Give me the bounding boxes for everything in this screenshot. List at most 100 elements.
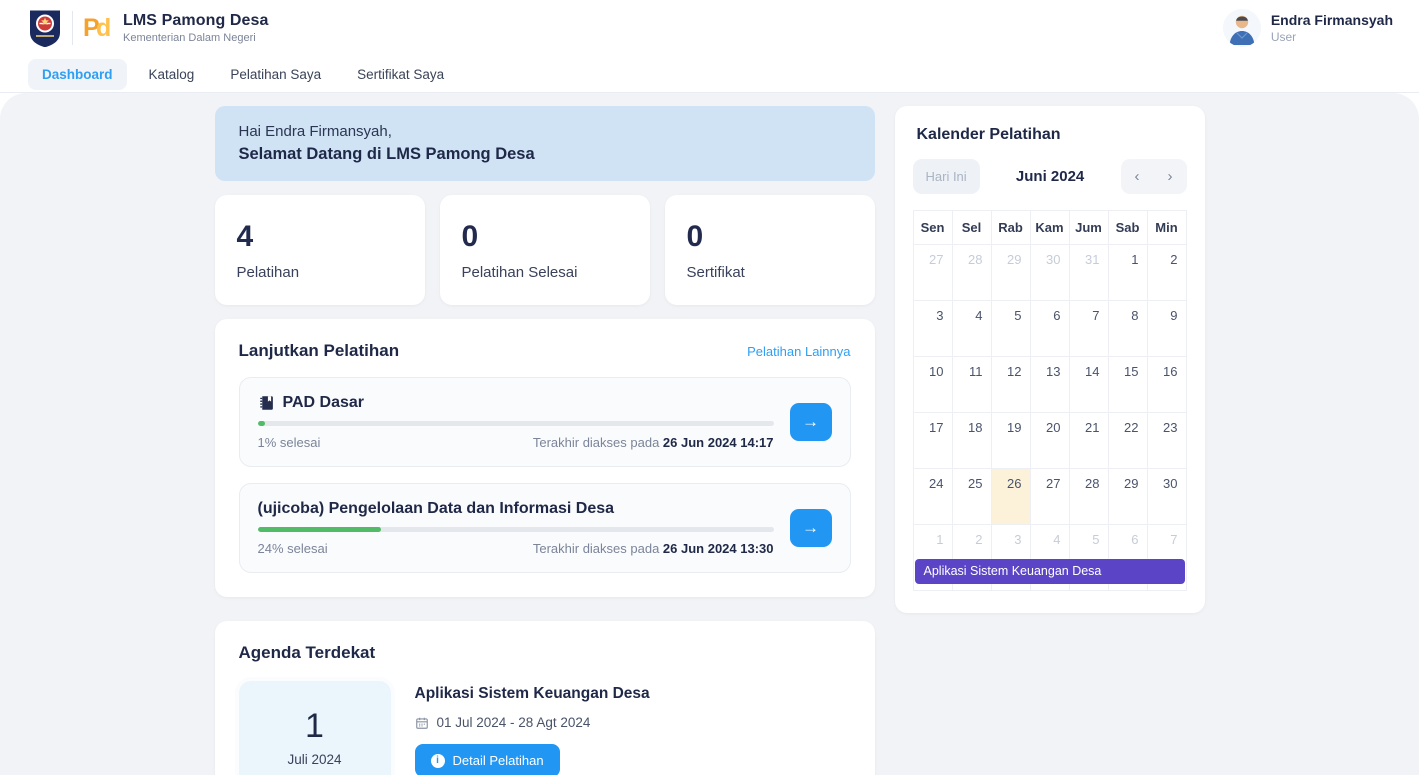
last-access: Terakhir diakses pada 26 Jun 2024 14:17	[532, 435, 774, 450]
calendar-toolbar: Hari Ini Juni 2024 ‹ ›	[912, 159, 1187, 194]
calendar-day[interactable]: 21	[1069, 413, 1109, 469]
detail-training-button[interactable]: i Detail Pelatihan	[414, 744, 560, 775]
calendar-day[interactable]: 13	[1030, 357, 1070, 413]
calendar-day[interactable]: 24	[913, 469, 953, 525]
calendar-day[interactable]: 7	[1069, 301, 1109, 357]
calendar-day[interactable]: 17	[913, 413, 953, 469]
calendar-day[interactable]: 4	[952, 301, 992, 357]
calendar-next-button[interactable]: ›	[1154, 159, 1187, 194]
calendar-day-header: Sen	[913, 211, 953, 245]
stat-label: Pelatihan Selesai	[461, 263, 578, 281]
training-main: (ujicoba) Pengelolaan Data dan Informasi…	[257, 500, 774, 556]
continue-training-button[interactable]: →	[789, 403, 832, 441]
continue-training-section: Lanjutkan Pelatihan Pelatihan Lainnya PA…	[214, 319, 875, 597]
calendar-day[interactable]: 18	[952, 413, 992, 469]
training-title: (ujicoba) Pengelolaan Data dan Informasi…	[257, 500, 615, 517]
progress-fill	[257, 421, 265, 426]
calendar-day[interactable]: 3	[913, 301, 953, 357]
calendar-today-button[interactable]: Hari Ini	[912, 159, 980, 194]
more-trainings-link[interactable]: Pelatihan Lainnya	[747, 344, 850, 359]
training-meta: 1% selesai Terakhir diakses pada 26 Jun 2…	[258, 435, 774, 450]
training-title: PAD Dasar	[282, 394, 365, 411]
tab-sertifikat-saya[interactable]: Sertifikat Saya	[343, 59, 458, 90]
main-nav: Dashboard Katalog Pelatihan Saya Sertifikat…	[0, 56, 1419, 93]
calendar-day[interactable]: 22	[1108, 413, 1148, 469]
calendar-day-header: Jum	[1069, 211, 1109, 245]
calendar-day[interactable]: 15	[1108, 357, 1148, 413]
stat-value: 0	[461, 219, 479, 253]
agenda-event-range: 01 Jul 2024 - 28 Agt 2024	[415, 715, 650, 730]
calendar-day[interactable]: 6	[1030, 301, 1070, 357]
agenda-event-title: Aplikasi Sistem Keuangan Desa	[414, 685, 650, 702]
tab-dashboard[interactable]: Dashboard	[28, 58, 127, 90]
training-main: PAD Dasar 1% selesai Terakhir diakses pada…	[257, 394, 774, 450]
calendar-day[interactable]: 1	[1108, 245, 1148, 301]
continue-training-button[interactable]: →	[789, 509, 832, 547]
info-icon: i	[430, 753, 445, 768]
calendar-day[interactable]: 12	[991, 357, 1031, 413]
calendar-day[interactable]: 25	[952, 469, 992, 525]
tab-pelatihan-saya[interactable]: Pelatihan Saya	[216, 59, 335, 90]
calendar-day[interactable]: 29	[991, 245, 1031, 301]
stat-label: Pelatihan	[236, 263, 300, 281]
brand-text: LMS Pamong Desa Kementerian Dalam Negeri	[123, 12, 269, 44]
calendar-day-header: Sab	[1108, 211, 1148, 245]
agenda-section: Agenda Terdekat 1 Juli 2024 Aplikasi Sis…	[214, 621, 875, 775]
calendar-day[interactable]: 28	[1069, 469, 1109, 525]
calendar-day[interactable]: 31	[1069, 245, 1109, 301]
calendar-month-label: Juni 2024	[1015, 168, 1085, 185]
calendar-column: Kalender Pelatihan Hari Ini Juni 2024 ‹ …	[894, 106, 1205, 613]
calendar-event-bar[interactable]: Aplikasi Sistem Keuangan Desa	[914, 559, 1185, 584]
page-content: Hai Endra Firmansyah, Selamat Datang di …	[0, 93, 1419, 775]
user-menu[interactable]: Endra Firmansyah User	[1222, 9, 1393, 47]
calendar-day[interactable]: 20	[1030, 413, 1070, 469]
user-role: User	[1270, 30, 1297, 44]
calendar-day[interactable]: 14	[1069, 357, 1109, 413]
progress-fill	[257, 527, 382, 532]
stat-value: 0	[686, 219, 704, 253]
calendar-day[interactable]: 29	[1108, 469, 1148, 525]
calendar-day[interactable]: 5	[991, 301, 1031, 357]
stat-value: 4	[236, 219, 254, 253]
training-title-row: PAD Dasar	[258, 394, 774, 412]
calendar-day[interactable]: 19	[991, 413, 1031, 469]
calendar-day[interactable]: 27	[913, 245, 953, 301]
user-info: Endra Firmansyah User	[1271, 12, 1393, 44]
avatar	[1222, 9, 1261, 47]
calendar-day[interactable]: 23	[1147, 413, 1187, 469]
calendar-day[interactable]: 2	[1147, 245, 1187, 301]
calendar-day[interactable]: 16	[1147, 357, 1187, 413]
calendar-day-header: Rab	[991, 211, 1031, 245]
calendar-day[interactable]: 28	[952, 245, 992, 301]
progress-label: 1% selesai	[257, 435, 321, 450]
stat-card: 0 Pelatihan Selesai	[439, 195, 650, 305]
training-item: (ujicoba) Pengelolaan Data dan Informasi…	[238, 483, 851, 573]
calendar-prev-button[interactable]: ‹	[1121, 159, 1154, 194]
training-meta: 24% selesai Terakhir diakses pada 26 Jun …	[258, 541, 774, 556]
agenda-date-month: Juli 2024	[287, 752, 342, 767]
progress-bar	[257, 421, 774, 426]
agenda-title: Agenda Terdekat	[238, 643, 376, 662]
calendar-day[interactable]: 27	[1030, 469, 1070, 525]
training-list: PAD Dasar 1% selesai Terakhir diakses pada…	[238, 377, 851, 573]
calendar-day[interactable]: 30	[1030, 245, 1070, 301]
agenda-date-box: 1 Juli 2024	[238, 681, 391, 775]
brand: P d LMS Pamong Desa Kementerian Dalam Ne…	[28, 9, 269, 47]
calendar-day[interactable]: 9	[1147, 301, 1187, 357]
detail-training-label: Detail Pelatihan	[452, 753, 544, 768]
tab-katalog[interactable]: Katalog	[135, 59, 209, 90]
training-title-row: (ujicoba) Pengelolaan Data dan Informasi…	[258, 500, 774, 518]
calendar-day[interactable]: 11	[952, 357, 992, 413]
calendar-day[interactable]: 30	[1147, 469, 1187, 525]
calendar-title: Kalender Pelatihan	[916, 126, 1061, 143]
user-name: Endra Firmansyah	[1270, 12, 1393, 28]
agenda-date-day: 1	[305, 707, 324, 745]
calendar-nav: ‹ ›	[1120, 159, 1187, 194]
main-column: Hai Endra Firmansyah, Selamat Datang di …	[214, 106, 875, 775]
stat-card: 0 Sertifikat	[664, 195, 875, 305]
calendar-day-today[interactable]: 26	[991, 469, 1031, 525]
pamong-desa-logo-icon: P d	[83, 12, 113, 44]
agenda-info: Aplikasi Sistem Keuangan Desa 01 Jul 202…	[414, 681, 650, 775]
calendar-day[interactable]: 10	[913, 357, 953, 413]
calendar-day[interactable]: 8	[1108, 301, 1148, 357]
